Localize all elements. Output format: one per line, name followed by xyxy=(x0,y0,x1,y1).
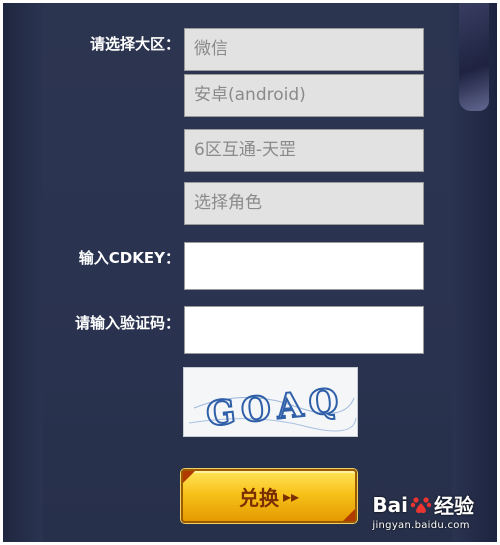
watermark-jingyan-text: 经验 xyxy=(434,494,474,518)
captcha-image[interactable]: GOAQ xyxy=(183,367,358,437)
cdkey-input[interactable] xyxy=(184,242,424,290)
os-select[interactable]: 安卓(android) xyxy=(184,74,424,117)
captcha-label: 请输入验证码： xyxy=(74,314,180,332)
role-select[interactable]: 选择角色 xyxy=(184,182,424,225)
watermark: Bai 经验 jingyan.baidu.com xyxy=(372,490,474,532)
watermark-url: jingyan.baidu.com xyxy=(372,520,470,531)
server-select[interactable]: 6区互通-天罡 xyxy=(184,129,424,172)
left-border-decoration xyxy=(3,3,43,542)
double-arrow-icon: ▸▸ xyxy=(282,486,300,506)
button-corner-top-left xyxy=(183,471,195,483)
character-art-decoration xyxy=(459,3,489,111)
redeem-button[interactable]: 兑换 ▸▸ xyxy=(181,469,357,523)
captcha-graphic: GOAQ xyxy=(188,380,357,436)
button-corner-bottom-right xyxy=(343,509,355,521)
region-label: 请选择大区： xyxy=(89,35,180,53)
cdkey-label: 输入CDKEY： xyxy=(78,249,180,267)
paw-icon xyxy=(410,496,432,513)
redeem-button-label: 兑换 xyxy=(238,485,279,510)
captcha-text: GOAQ xyxy=(204,381,346,435)
captcha-input[interactable] xyxy=(184,306,424,354)
platform-select[interactable]: 微信 xyxy=(184,28,424,71)
watermark-brand: Bai 经验 xyxy=(372,490,474,519)
watermark-brand-text: Bai xyxy=(372,492,408,517)
